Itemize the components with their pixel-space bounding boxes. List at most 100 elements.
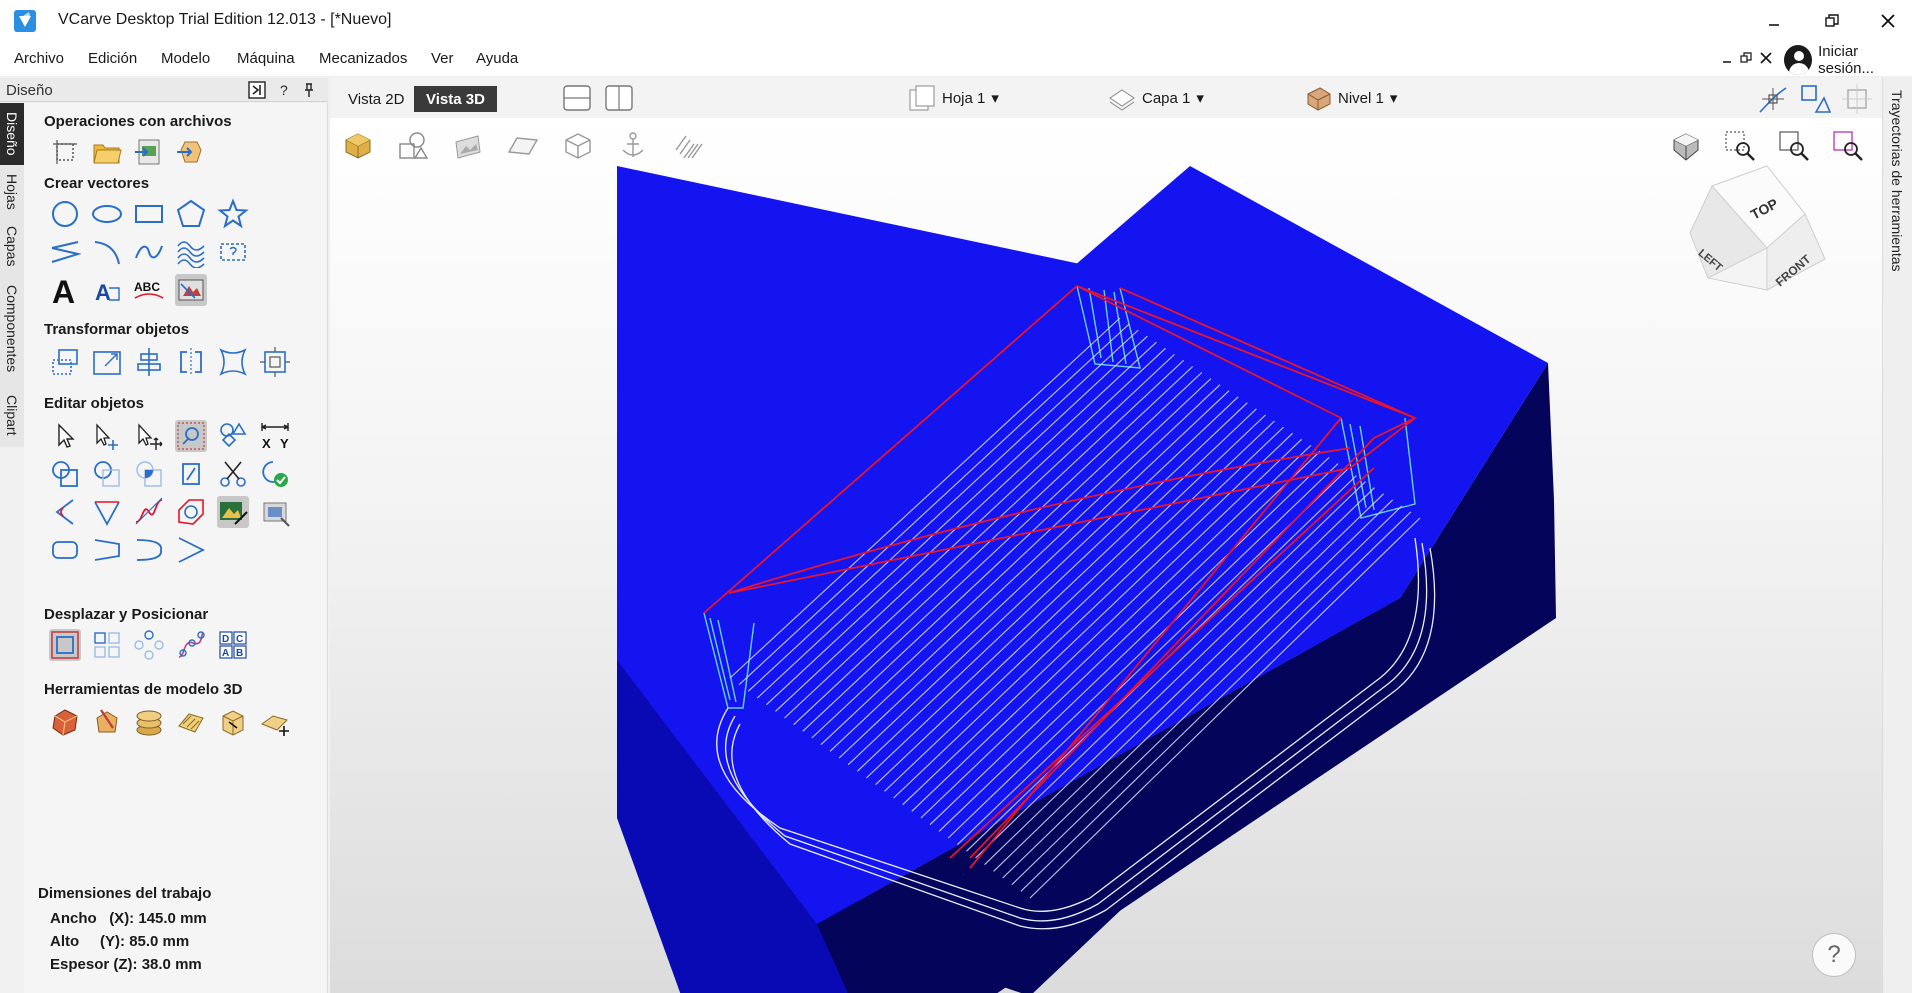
draw-curve-button[interactable] xyxy=(128,233,170,271)
help-question-icon[interactable]: ? xyxy=(278,82,292,98)
menu-edicion[interactable]: Edición xyxy=(88,50,137,67)
show-clamps-button[interactable] xyxy=(605,118,660,174)
menu-archivo[interactable]: Archivo xyxy=(14,50,64,67)
draw-polygon-button[interactable] xyxy=(170,195,212,233)
show-vectors-button[interactable] xyxy=(385,118,440,174)
tab-button[interactable] xyxy=(86,531,128,569)
job-setup-button[interactable] xyxy=(44,133,86,171)
group-objects-button[interactable] xyxy=(212,417,254,455)
draw-wave-button[interactable] xyxy=(170,233,212,271)
move-object-button[interactable] xyxy=(44,343,86,381)
extend-button[interactable] xyxy=(170,493,212,531)
model-transform-button[interactable] xyxy=(212,703,254,741)
smooth-curve-button[interactable] xyxy=(128,493,170,531)
side-tab-componentes[interactable]: Componentes xyxy=(0,277,24,381)
image-button[interactable] xyxy=(254,493,296,531)
snap-shape-icon[interactable] xyxy=(1798,82,1832,116)
stack-layers-button[interactable] xyxy=(128,703,170,741)
toolpaths-side-tab[interactable]: Trayectorias de herramientas xyxy=(1882,78,1912,993)
menu-ver[interactable]: Ver xyxy=(431,50,454,67)
circular-array-button[interactable] xyxy=(128,626,170,664)
mdi-minimize-icon[interactable] xyxy=(1722,54,1732,64)
split-view-icon[interactable] xyxy=(604,84,634,112)
zoom-extents-button[interactable] xyxy=(1772,124,1816,168)
show-bitmap-button[interactable] xyxy=(440,118,495,174)
render-solid-button[interactable] xyxy=(330,118,385,174)
zoom-selection-button[interactable] xyxy=(1826,124,1870,168)
menu-maquina[interactable]: Máquina xyxy=(237,50,295,67)
help-button[interactable]: ? xyxy=(1812,933,1856,977)
zoom-box-button[interactable] xyxy=(1718,124,1762,168)
side-tab-capas[interactable]: Capas xyxy=(0,221,24,271)
measure-tool-button[interactable]: XY xyxy=(254,417,296,455)
side-tab-clipart[interactable]: Clipart xyxy=(0,387,24,443)
draw-text-button[interactable]: A xyxy=(44,271,86,309)
import-vectors-button[interactable] xyxy=(128,133,170,171)
mirror-object-button[interactable] xyxy=(170,343,212,381)
mdi-close-icon[interactable] xyxy=(1760,52,1772,64)
draw-arc-button[interactable] xyxy=(86,233,128,271)
pin-icon[interactable] xyxy=(302,82,316,98)
transform-move-button[interactable] xyxy=(128,417,170,455)
collapse-panel-icon[interactable] xyxy=(248,81,266,99)
snap-node-icon[interactable] xyxy=(1756,82,1790,116)
tab-view-2d[interactable]: Vista 2D xyxy=(336,86,416,112)
intersect-button[interactable] xyxy=(128,455,170,493)
move-to-center-button[interactable] xyxy=(44,626,86,664)
restore-button[interactable] xyxy=(1810,6,1854,36)
draw-star-button[interactable] xyxy=(212,195,254,233)
draw-dimension-box-button[interactable] xyxy=(212,233,254,271)
side-tab-diseno[interactable]: Diseño xyxy=(0,103,24,165)
wireframe-button[interactable] xyxy=(550,118,605,174)
auto-layout-text-button[interactable]: A xyxy=(86,271,128,309)
mdi-restore-icon[interactable] xyxy=(1740,52,1752,64)
trim-button[interactable] xyxy=(170,455,212,493)
3d-scene[interactable]: TOP LEFT FRONT xyxy=(330,118,1882,993)
login-button[interactable]: Iniciar sesión... xyxy=(1784,43,1912,77)
draw-circle-button[interactable] xyxy=(44,195,86,233)
close-button[interactable] xyxy=(1866,6,1910,36)
view-cube[interactable]: TOP LEFT FRONT xyxy=(1689,165,1826,291)
level-dropdown[interactable]: Nivel 1 ▾ xyxy=(1304,84,1397,112)
create-component-button[interactable] xyxy=(44,703,86,741)
iso-view-button[interactable] xyxy=(1664,124,1708,168)
side-tab-hojas[interactable]: Hojas xyxy=(0,169,24,215)
minimize-button[interactable] xyxy=(1752,6,1796,36)
nesting-button[interactable]: D C A B xyxy=(212,626,254,664)
trace-bitmap-button[interactable] xyxy=(170,271,212,309)
sculpt-button[interactable] xyxy=(86,703,128,741)
scissors-button[interactable] xyxy=(212,455,254,493)
draw-polyline-button[interactable] xyxy=(44,233,86,271)
interactive-edit-button[interactable] xyxy=(170,417,212,455)
copy-along-vector-button[interactable] xyxy=(170,626,212,664)
weld-button[interactable] xyxy=(44,455,86,493)
arc-offset-button[interactable] xyxy=(128,531,170,569)
sheet-dropdown[interactable]: Hoja 1 ▾ xyxy=(908,84,999,112)
add-model-button[interactable] xyxy=(254,703,296,741)
single-view-icon[interactable] xyxy=(562,84,592,112)
join-vectors-button[interactable] xyxy=(254,455,296,493)
angle-button[interactable] xyxy=(170,531,212,569)
draw-rectangle-button[interactable] xyxy=(128,195,170,233)
layer-dropdown[interactable]: Capa 1 ▾ xyxy=(1108,84,1204,112)
set-size-button[interactable] xyxy=(254,343,296,381)
subtract-button[interactable] xyxy=(86,455,128,493)
slice-model-button[interactable] xyxy=(170,703,212,741)
fillet-button[interactable] xyxy=(44,493,86,531)
show-material-button[interactable] xyxy=(495,118,550,174)
snap-grid-icon[interactable] xyxy=(1840,82,1874,116)
3d-viewport[interactable]: TOP LEFT FRONT xyxy=(330,118,1882,993)
array-copy-button[interactable] xyxy=(86,626,128,664)
node-edit-button[interactable] xyxy=(86,417,128,455)
draw-ellipse-button[interactable] xyxy=(86,195,128,233)
menu-ayuda[interactable]: Ayuda xyxy=(476,50,518,67)
menu-mecanizados[interactable]: Mecanizados xyxy=(319,50,407,67)
show-toolpaths-button[interactable] xyxy=(660,118,715,174)
import-component-button[interactable] xyxy=(170,133,212,171)
offset-button[interactable] xyxy=(44,531,86,569)
text-on-curve-button[interactable]: ABC xyxy=(128,271,170,309)
scale-object-button[interactable] xyxy=(86,343,128,381)
menu-modelo[interactable]: Modelo xyxy=(161,50,210,67)
open-file-button[interactable] xyxy=(86,133,128,171)
tab-view-3d[interactable]: Vista 3D xyxy=(414,86,497,112)
